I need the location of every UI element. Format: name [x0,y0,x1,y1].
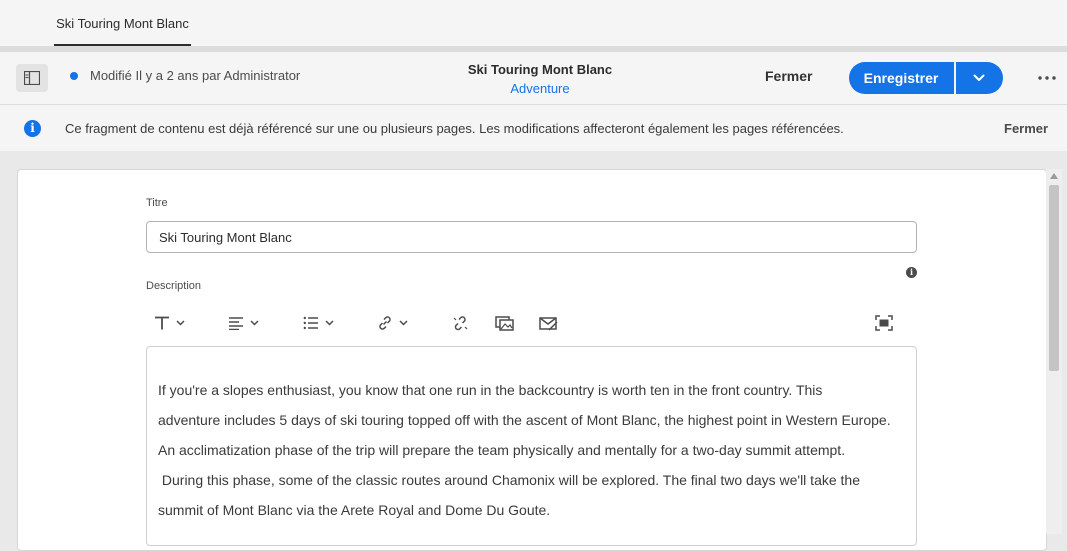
email-link-icon [539,317,558,331]
close-button[interactable]: Fermer [765,68,812,84]
image-asset-icon [495,316,514,331]
fragment-title: Ski Touring Mont Blanc [467,62,613,77]
chevron-down-icon [325,320,334,326]
description-line: An acclimatization phase of the trip wil… [158,442,846,458]
save-button[interactable]: Enregistrer [849,62,953,94]
scroll-thumb[interactable] [1049,185,1059,371]
description-editor[interactable]: If you're a slopes enthusiast, you know … [146,346,917,546]
more-actions-button[interactable] [1036,66,1058,88]
text-format-icon [155,316,169,330]
unlink-icon [453,315,468,330]
tab-bar: Ski Touring Mont Blanc [0,0,1067,46]
description-label: Description [146,280,202,292]
title-label: Titre [146,197,168,209]
fragment-model-link[interactable]: Adventure [420,81,660,96]
banner-close-button[interactable]: Fermer [1004,121,1048,136]
sidebar-icon [24,71,40,85]
scroll-up-icon[interactable] [1050,173,1058,179]
save-button-group: Enregistrer [849,62,1003,94]
description-info-icon[interactable]: i [906,267,917,278]
insert-fragment-button[interactable] [539,306,558,340]
description-line: If you're a slopes enthusiast, you know … [158,382,823,398]
sidebar-toggle-button[interactable] [16,64,48,92]
chevron-down-icon [250,320,259,326]
chevron-down-icon [973,74,985,81]
info-icon: i [24,120,41,137]
status-dot-icon [70,72,78,80]
link-dropdown[interactable] [377,306,408,340]
description-line: During this phase, some of the classic r… [158,472,860,488]
insert-asset-button[interactable] [495,306,514,340]
more-icon [1038,76,1056,80]
list-icon [303,316,318,330]
fullscreen-button[interactable] [875,306,893,340]
chevron-down-icon [176,320,185,326]
description-line: summit of Mont Blanc via the Arete Royal… [158,502,551,518]
editor-header: Modifié Il y a 2 ans par Administrator S… [0,52,1067,105]
tab-fragment[interactable]: Ski Touring Mont Blanc [54,0,191,46]
link-icon [379,316,391,330]
unlink-button[interactable] [452,306,469,340]
reference-warning-banner: i Ce fragment de contenu est déjà référe… [0,105,1067,151]
text-format-dropdown[interactable] [154,306,185,340]
fullscreen-icon [875,315,893,331]
save-options-button[interactable] [956,62,1003,94]
chevron-down-icon [399,320,408,326]
banner-message: Ce fragment de contenu est déjà référenc… [65,121,844,136]
modified-status: Modifié Il y a 2 ans par Administrator [90,68,301,83]
title-input[interactable] [146,221,917,253]
description-line: adventure includes 5 days of ski touring… [158,412,891,428]
panel-scrollbar[interactable] [1046,169,1062,534]
align-dropdown[interactable] [228,306,259,340]
list-dropdown[interactable] [303,306,334,340]
align-icon [229,317,243,330]
rich-text-toolbar [146,306,917,340]
